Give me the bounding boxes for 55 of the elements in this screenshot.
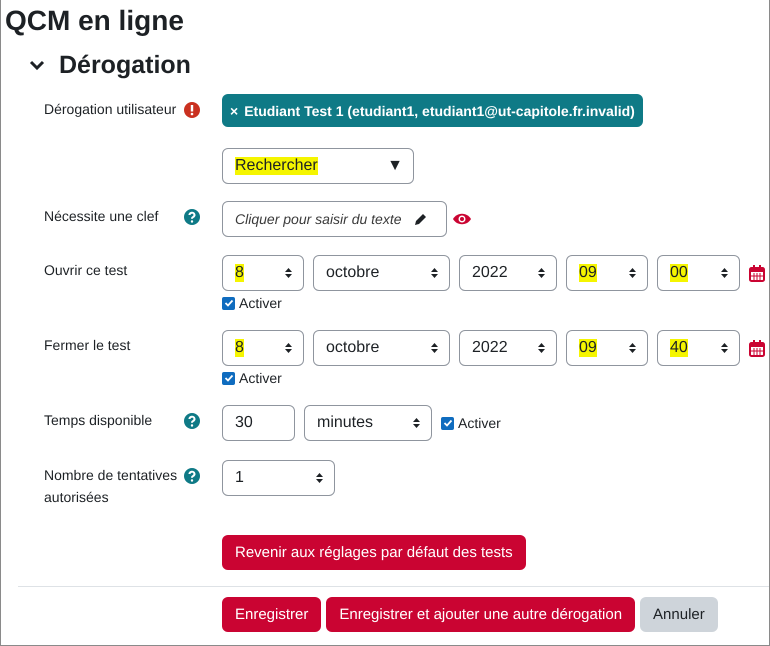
dropdown[interactable]: 8 [222,255,304,291]
save-button[interactable]: Enregistrer [222,597,322,632]
caret-icon [284,342,293,354]
dropdown[interactable]: minutes [304,405,432,441]
dropdown[interactable]: octobre [313,255,450,291]
caret-icon [284,267,293,279]
dropdown[interactable]: 40 [657,330,740,366]
help-icon[interactable] [184,468,200,484]
caret-icon [412,417,421,429]
caret-icon [720,342,729,354]
help-icon[interactable] [184,413,200,429]
checkbox[interactable] [441,416,454,430]
help-icon[interactable] [184,209,200,225]
dropdown[interactable]: 09 [566,330,648,366]
checkbox[interactable] [222,372,235,384]
section-title: Dérogation [59,50,191,81]
required-icon [184,102,200,118]
user-tag[interactable]: × Etudiant Test 1 (etudiant1, etudiant1@ut-capitole.fr.invalid) [222,94,643,127]
dropdown[interactable]: octobre [313,330,450,366]
caret-icon [430,267,439,279]
dropdown[interactable]: 09 [566,255,648,291]
password-field[interactable]: Cliquer pour saisir du texte [222,201,447,237]
caret-icon [628,342,637,354]
eye-icon[interactable] [452,212,472,226]
cancel-button[interactable]: Annuler [640,597,718,632]
checkbox[interactable] [222,296,235,310]
field-label: Ouvrir ce test [44,261,128,280]
dropdown[interactable]: 8 [222,330,304,366]
caret-icon [628,267,637,279]
caret-icon [537,267,546,279]
page-title: QCM en ligne [5,4,184,38]
calendar-icon[interactable] [749,264,765,282]
chevron-down-icon[interactable] [29,59,45,71]
reset-button[interactable]: Revenir aux réglages par défaut des tests [222,535,526,570]
search-dropdown[interactable]: Rechercher ▼ [222,148,414,184]
checkbox-label: Activer [458,415,501,431]
dropdown[interactable]: 2022 [459,255,557,291]
field-label: Dérogation utilisateur [44,100,178,119]
dropdown[interactable]: 2022 [459,330,557,366]
dropdown[interactable]: 00 [657,255,740,291]
field-label: Temps disponible [44,411,154,430]
pencil-icon [414,212,428,226]
caret-icon [537,342,546,354]
checkbox-label: Activer [239,370,282,386]
dropdown[interactable]: 1 [222,460,335,496]
field-label: Nécessite une clef [44,207,160,226]
number-field[interactable]: 30 [222,405,295,441]
calendar-icon[interactable] [749,340,765,356]
field-label: Fermer le test [44,336,132,355]
caret-icon [315,472,324,484]
caret-icon [720,267,729,279]
caret-icon [430,342,439,354]
save-button[interactable]: Enregistrer et ajouter une autre dérogation [326,597,636,632]
checkbox-label: Activer [239,295,282,311]
field-label: Nombre de tentatives autorisées [44,466,178,507]
